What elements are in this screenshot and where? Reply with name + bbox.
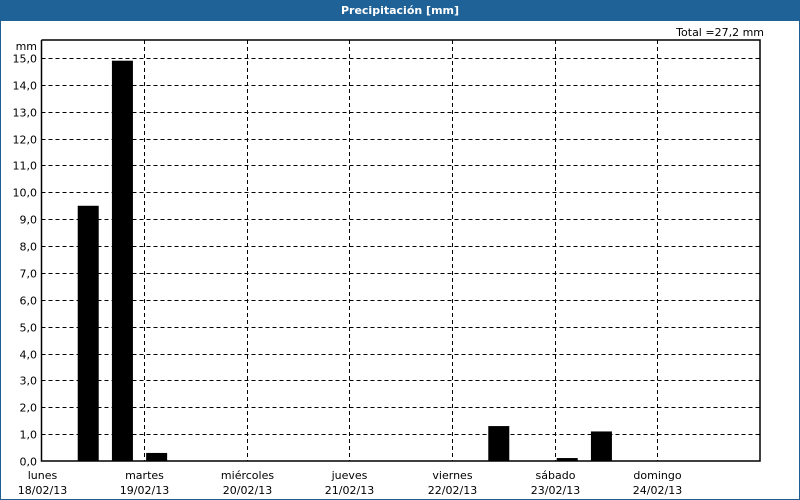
y-tick-label: 4,0 xyxy=(20,349,38,362)
x-tick-day: miércoles xyxy=(221,469,274,482)
bar xyxy=(146,452,168,461)
y-tick-label: 1,0 xyxy=(20,429,38,442)
x-tick-date: 22/02/13 xyxy=(428,484,477,497)
y-axis-label: mm xyxy=(16,40,37,53)
y-tick-label: 9,0 xyxy=(20,214,38,227)
x-tick-date: 19/02/13 xyxy=(120,484,169,497)
y-tick-label: 8,0 xyxy=(20,241,38,254)
x-tick-day: jueves xyxy=(331,469,368,482)
x-tick-date: 23/02/13 xyxy=(531,484,580,497)
y-tick-label: 2,0 xyxy=(20,402,38,415)
x-tick-date: 24/02/13 xyxy=(633,484,682,497)
y-tick-label: 10,0 xyxy=(13,187,38,200)
y-tick-label: 6,0 xyxy=(20,295,38,308)
x-tick-day: domingo xyxy=(633,469,681,482)
y-tick-label: 13,0 xyxy=(13,107,38,120)
y-tick-label: 3,0 xyxy=(20,375,38,388)
y-tick-label: 14,0 xyxy=(13,80,38,93)
x-tick-day: martes xyxy=(125,469,164,482)
x-tick-day: sábado xyxy=(536,469,576,482)
x-tick-day: viernes xyxy=(432,469,472,482)
x-tick-date: 20/02/13 xyxy=(223,484,272,497)
y-tick-label: 11,0 xyxy=(13,160,38,173)
bar xyxy=(111,60,133,461)
plot-border xyxy=(40,39,761,462)
y-tick-label: 15,0 xyxy=(13,53,38,66)
x-tick-day: lunes xyxy=(28,469,58,482)
bar xyxy=(488,426,510,461)
y-tick-label: 7,0 xyxy=(20,268,38,281)
y-tick-label: 0,0 xyxy=(20,456,38,469)
x-tick-date: 18/02/13 xyxy=(18,484,67,497)
x-tick-date: 21/02/13 xyxy=(325,484,374,497)
y-tick-label: 12,0 xyxy=(13,134,38,147)
y-tick-label: 5,0 xyxy=(20,322,38,335)
chart: 0,0 1,0 2,0 3,0 4,0 5,0 6,0 7,0 8,0 9,0 10,0 11,0 12… xyxy=(13,39,761,497)
bar xyxy=(77,205,99,461)
bar xyxy=(590,431,612,461)
